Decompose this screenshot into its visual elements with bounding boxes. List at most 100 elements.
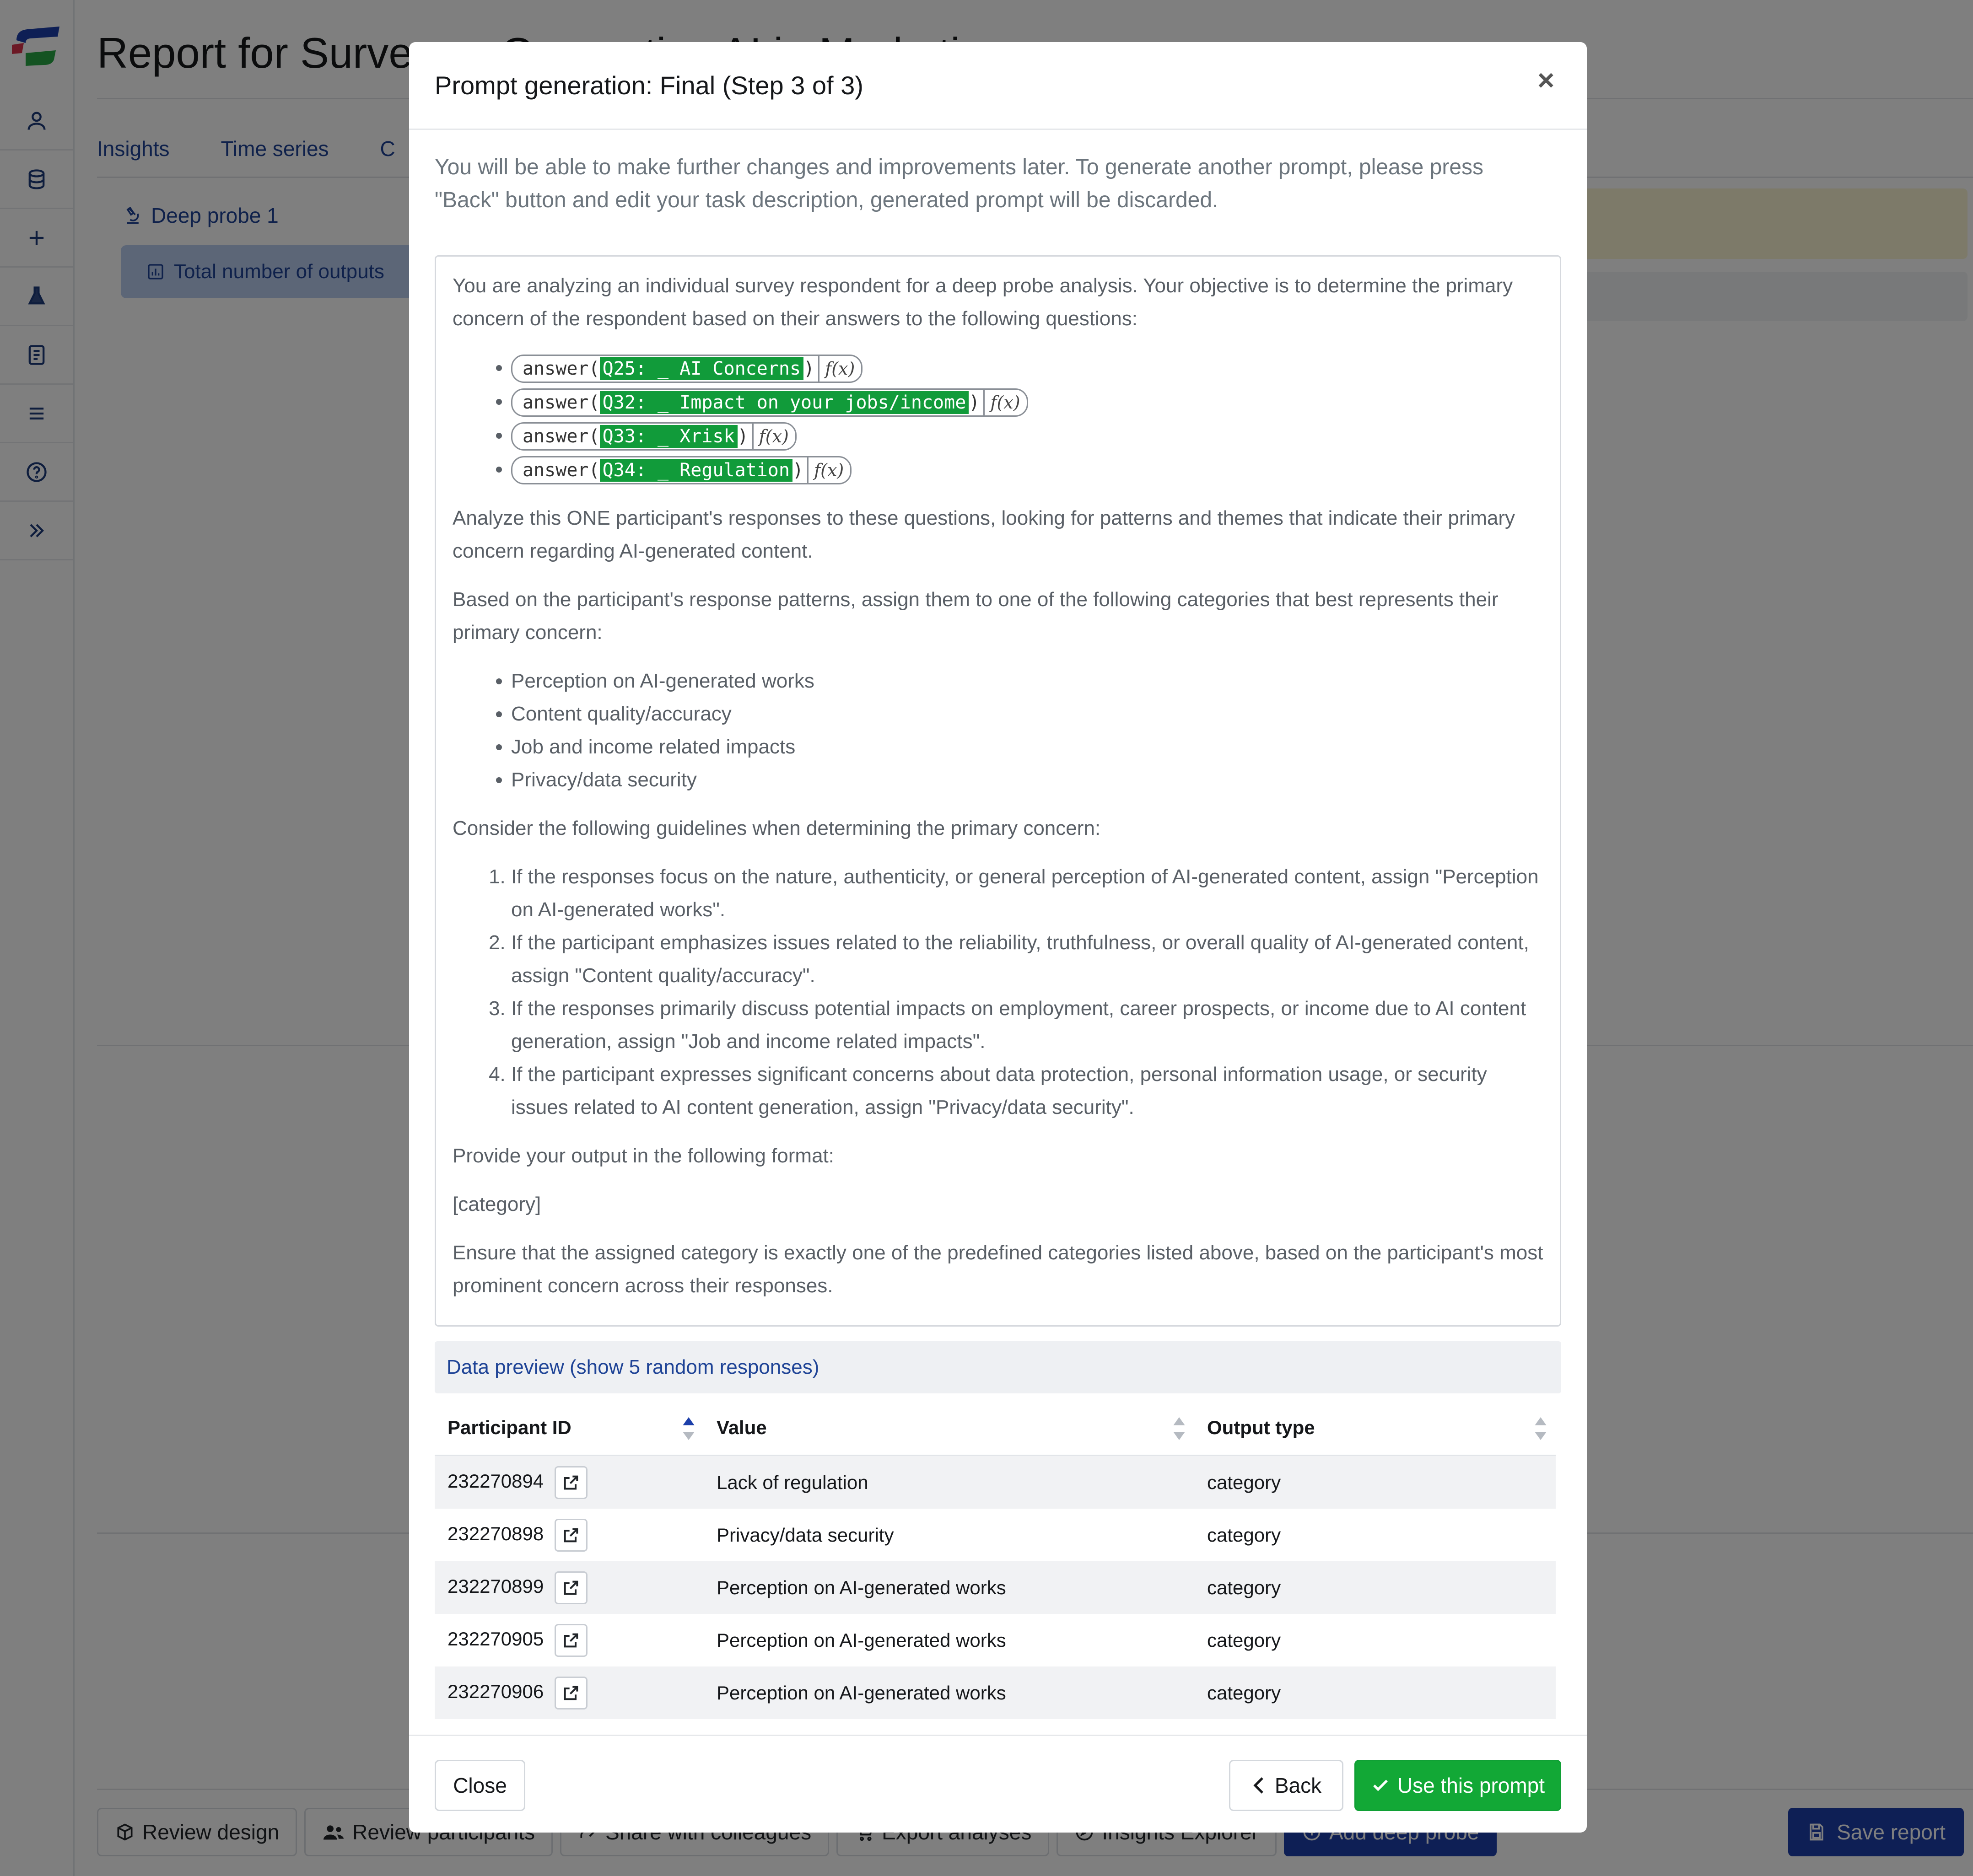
list-item: answer(Q32: _ Impact on your jobs/income… (511, 385, 1543, 419)
question-name: Q25: _ AI Concerns (599, 357, 804, 381)
sort-icon[interactable] (1534, 1414, 1547, 1443)
table-row: 232270905 Perception on AI-generated wor… (435, 1614, 1556, 1666)
participant-id-cell: 232270906 (435, 1666, 704, 1719)
close-button[interactable]: Close (435, 1760, 525, 1811)
function-name: answer( (523, 358, 600, 380)
open-participant-button[interactable] (555, 1623, 588, 1657)
function-close: ) (737, 426, 749, 447)
question-variable-list: answer(Q25: _ AI Concerns)f(x) answer(Q3… (453, 351, 1543, 486)
column-header-value[interactable]: Value (704, 1401, 1194, 1456)
output-type-cell: category (1194, 1455, 1556, 1509)
table-row: 232270906 Perception on AI-generated wor… (435, 1666, 1556, 1719)
guideline-list: If the responses focus on the nature, au… (453, 860, 1543, 1124)
column-header-label: Value (717, 1417, 767, 1438)
modal-footer: Close Back Use this prompt (409, 1735, 1587, 1833)
column-header-participant-id[interactable]: Participant ID (435, 1401, 704, 1456)
function-close: ) (803, 358, 815, 380)
back-label: Back (1274, 1774, 1322, 1797)
list-item: answer(Q34: _ Regulation)f(x) (511, 452, 1543, 486)
modal-title: Prompt generation: Final (Step 3 of 3) (435, 71, 863, 100)
external-link-icon (564, 1528, 578, 1542)
table-row: 232270898 Privacy/data security category (435, 1509, 1556, 1561)
sort-icon[interactable] (1172, 1414, 1186, 1443)
table-row: 232270899 Perception on AI-generated wor… (435, 1561, 1556, 1614)
function-close: ) (969, 392, 980, 414)
data-preview-toggle[interactable]: Data preview (show 5 random responses) (435, 1341, 1561, 1393)
modal-header: Prompt generation: Final (Step 3 of 3) × (409, 42, 1587, 130)
list-item: If the responses primarily discuss poten… (511, 992, 1543, 1058)
output-type-cell: category (1207, 1524, 1281, 1546)
list-item: Content quality/accuracy (511, 698, 1543, 731)
function-name: answer( (523, 392, 600, 414)
checkmark-icon (1373, 1779, 1388, 1791)
output-type-cell: category (1207, 1629, 1281, 1651)
open-participant-button[interactable] (555, 1571, 588, 1604)
prompt-paragraph: [category] (453, 1193, 541, 1215)
external-link-icon (564, 1475, 578, 1489)
list-item: If the participant emphasizes issues rel… (511, 926, 1543, 992)
use-prompt-button[interactable]: Use this prompt (1354, 1760, 1561, 1811)
close-icon[interactable]: × (1537, 63, 1554, 97)
participant-id-cell: 232270898 (435, 1509, 704, 1561)
prompt-generation-modal: Prompt generation: Final (Step 3 of 3) ×… (409, 42, 1587, 1833)
output-type-cell: category (1194, 1666, 1556, 1719)
list-item: If the participant expresses significant… (511, 1058, 1543, 1124)
value-cell: Privacy/data security (717, 1524, 894, 1546)
function-icon[interactable]: f(x) (752, 424, 795, 450)
answer-variable-chip[interactable]: answer(Q33: _ Xrisk)f(x) (511, 422, 797, 451)
list-item: Job and income related impacts (511, 731, 1543, 763)
function-icon[interactable]: f(x) (807, 457, 850, 484)
column-header-output-type[interactable]: Output type (1194, 1401, 1556, 1456)
open-participant-button[interactable] (555, 1676, 588, 1709)
use-prompt-label: Use this prompt (1397, 1774, 1545, 1797)
chevron-left-icon (1253, 1777, 1263, 1794)
function-icon[interactable]: f(x) (983, 390, 1026, 416)
list-item: If the responses focus on the nature, au… (511, 860, 1543, 926)
function-close: ) (792, 460, 804, 481)
prompt-paragraph: You are analyzing an individual survey r… (453, 274, 1513, 330)
answer-variable-chip[interactable]: answer(Q32: _ Impact on your jobs/income… (511, 388, 1028, 417)
participant-id-cell: 232270905 (435, 1614, 704, 1666)
back-button[interactable]: Back (1229, 1760, 1343, 1811)
external-link-icon (564, 1633, 578, 1647)
participant-id: 232270899 (447, 1575, 544, 1597)
value-cell: Perception on AI-generated works (704, 1666, 1194, 1719)
participant-id: 232270906 (447, 1680, 544, 1702)
value-cell: Perception on AI-generated works (704, 1561, 1194, 1614)
category-list: Perception on AI-generated works Content… (453, 665, 1543, 796)
participant-id: 232270894 (447, 1470, 544, 1492)
prompt-paragraph: Ensure that the assigned category is exa… (453, 1242, 1543, 1297)
external-link-icon (564, 1686, 578, 1700)
column-header-label: Output type (1207, 1417, 1315, 1438)
function-icon[interactable]: f(x) (818, 356, 861, 382)
function-name: answer( (523, 426, 600, 447)
question-name: Q32: _ Impact on your jobs/income (599, 391, 969, 414)
external-link-icon (564, 1580, 578, 1595)
table-header-row: Participant ID Value Output type (435, 1401, 1556, 1456)
output-type-cell: category (1194, 1561, 1556, 1614)
open-participant-button[interactable] (555, 1518, 588, 1552)
table-row: 232270894 Lack of regulation category (435, 1455, 1556, 1509)
function-name: answer( (523, 460, 600, 481)
participant-id-cell: 232270894 (435, 1455, 704, 1509)
prompt-paragraph: Consider the following guidelines when d… (453, 817, 1101, 839)
list-item: answer(Q33: _ Xrisk)f(x) (511, 419, 1543, 452)
open-participant-button[interactable] (555, 1466, 588, 1499)
answer-variable-chip[interactable]: answer(Q34: _ Regulation)f(x) (511, 456, 852, 485)
sort-ascending-icon[interactable] (682, 1414, 695, 1443)
value-cell: Perception on AI-generated works (717, 1629, 1006, 1651)
answer-variable-chip[interactable]: answer(Q25: _ AI Concerns)f(x) (511, 355, 863, 383)
participant-id-cell: 232270899 (435, 1561, 704, 1614)
list-item: Perception on AI-generated works (511, 665, 1543, 698)
prompt-paragraph: Analyze this ONE participant's responses… (453, 507, 1515, 562)
column-header-label: Participant ID (447, 1417, 571, 1438)
list-item: answer(Q25: _ AI Concerns)f(x) (511, 351, 1543, 385)
prompt-paragraph: Based on the participant's response patt… (453, 588, 1499, 644)
generated-prompt[interactable]: You are analyzing an individual survey r… (435, 255, 1561, 1327)
question-name: Q34: _ Regulation (599, 459, 792, 482)
prompt-paragraph: Provide your output in the following for… (453, 1145, 835, 1167)
value-cell: Lack of regulation (704, 1455, 1194, 1509)
list-item: Privacy/data security (511, 763, 1543, 796)
participant-id: 232270905 (447, 1628, 544, 1650)
preview-table: Participant ID Value Output type 2322708… (435, 1401, 1556, 1719)
